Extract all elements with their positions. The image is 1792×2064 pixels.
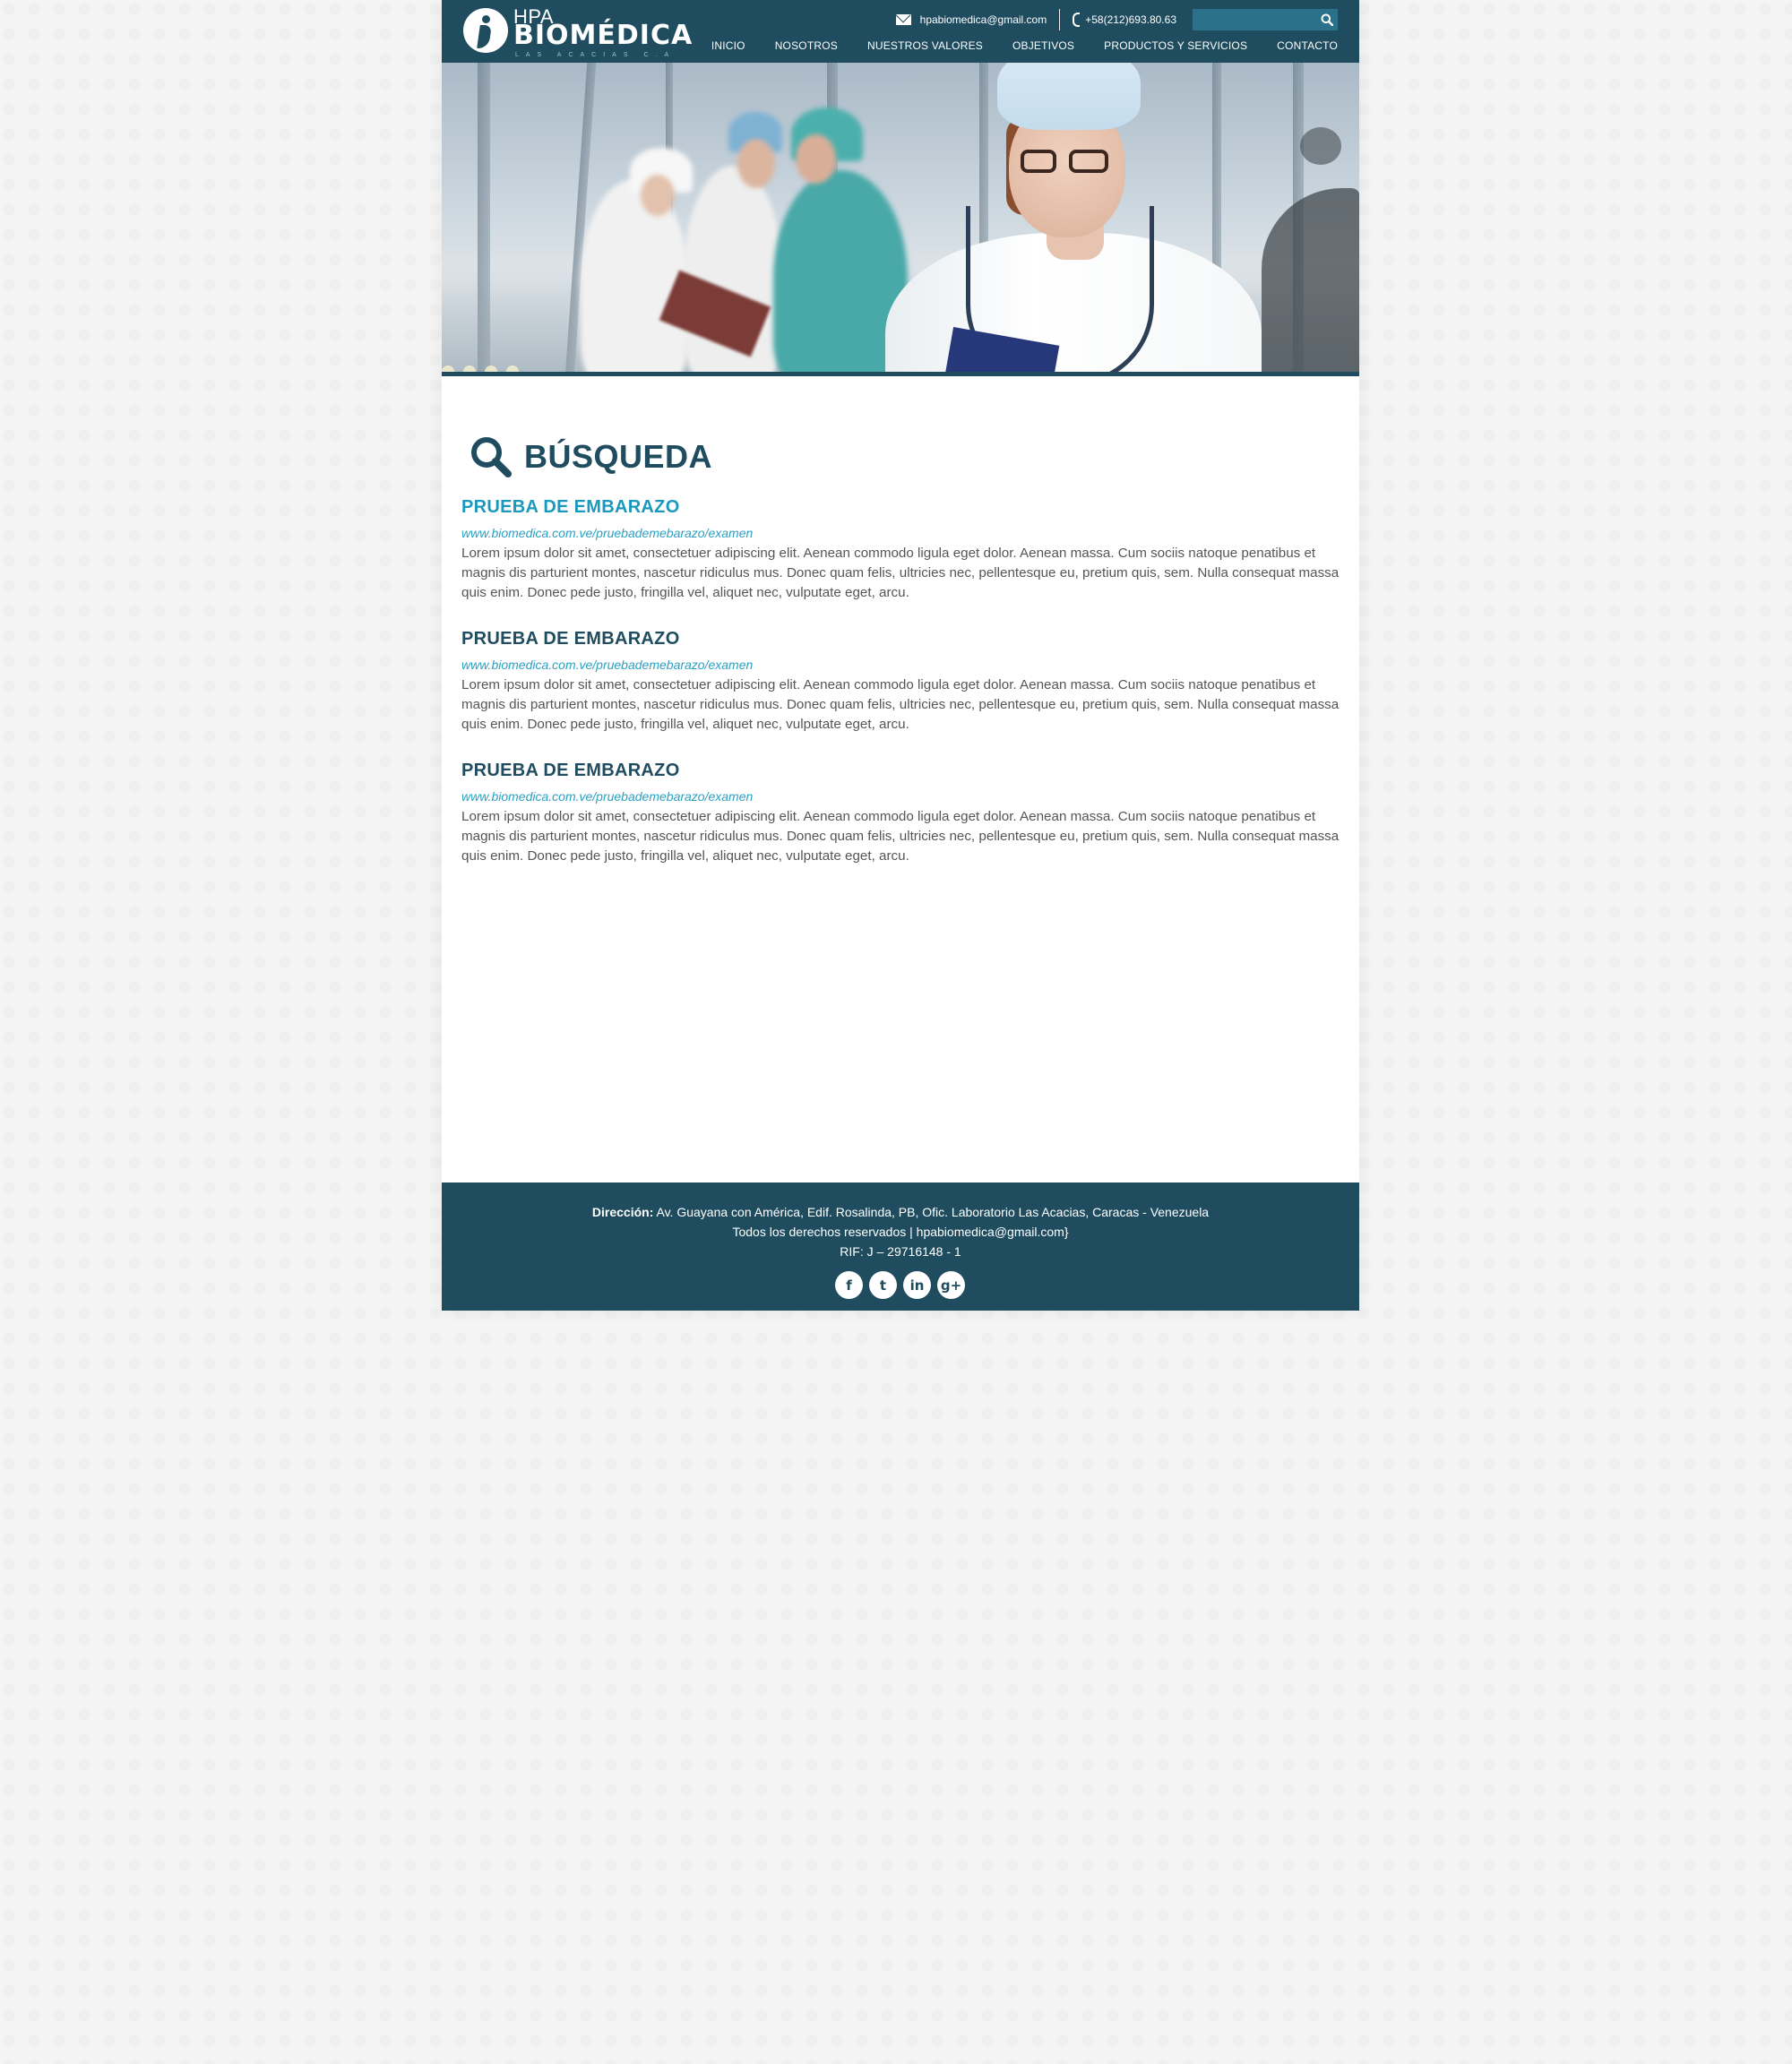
contact-bar: hpabiomedica@gmail.com +58(212)693.80.63 (895, 8, 1338, 31)
slider-dot[interactable] (463, 366, 476, 372)
footer-rif: RIF: J – 29716148 - 1 (840, 1244, 961, 1259)
linkedin-icon[interactable]: in (903, 1271, 931, 1299)
header-phone: +58(212)693.80.63 (1073, 13, 1176, 27)
result-description: Lorem ipsum dolor sit amet, consectetuer… (461, 546, 1340, 600)
search-result: PRUEBA DE EMBARAZO www.biomedica.com.ve/… (461, 761, 1340, 866)
brand-dot-graphic (1300, 127, 1341, 165)
result-title[interactable]: PRUEBA DE EMBARAZO (461, 629, 1340, 649)
result-title[interactable]: PRUEBA DE EMBARAZO (461, 497, 1340, 518)
nav-item-nuestros-valores[interactable]: NUESTROS VALORES (867, 39, 983, 52)
phone-icon (1073, 13, 1081, 27)
result-url[interactable]: www.biomedica.com.ve/pruebademebarazo/ex… (461, 658, 1340, 672)
brand-swoosh-graphic (1262, 188, 1359, 372)
nav-item-inicio[interactable]: INICIO (711, 39, 745, 52)
nav-item-contacto[interactable]: CONTACTO (1277, 39, 1338, 52)
logo[interactable]: HPA BIOMÉDICA LAS ACACIAS C.A (463, 5, 692, 58)
slider-dot[interactable] (485, 366, 497, 372)
result-title[interactable]: PRUEBA DE EMBARAZO (461, 761, 1340, 781)
logo-name: BIOMÉDICA (513, 20, 694, 51)
site-header: HPA BIOMÉDICA LAS ACACIAS C.A hpabiomedi… (442, 0, 1359, 63)
social-links: f t in g+ (835, 1271, 965, 1299)
result-description: Lorem ipsum dolor sit amet, consectetuer… (461, 809, 1340, 864)
logo-tagline: LAS ACACIAS C.A (515, 52, 676, 58)
slider-dot[interactable] (442, 366, 454, 372)
search-result: PRUEBA DE EMBARAZO www.biomedica.com.ve/… (461, 629, 1340, 735)
site-footer: Dirección: Av. Guayana con América, Edif… (442, 1182, 1359, 1311)
slider-pagination (442, 366, 519, 372)
header-search (1193, 9, 1338, 30)
footer-address-text: Av. Guayana con América, Edif. Rosalinda… (656, 1205, 1210, 1219)
header-email[interactable]: hpabiomedica@gmail.com (895, 13, 1047, 26)
nav-item-productos-y-servicios[interactable]: PRODUCTOS Y SERVICIOS (1104, 39, 1247, 52)
footer-address: Dirección: Av. Guayana con América, Edif… (442, 1205, 1359, 1219)
result-url[interactable]: www.biomedica.com.ve/pruebademebarazo/ex… (461, 789, 1340, 804)
search-button[interactable] (1316, 9, 1338, 30)
hero-banner (442, 63, 1359, 376)
page-title: BÚSQUEDA (469, 434, 712, 479)
footer-address-label: Dirección: (591, 1205, 654, 1219)
divider (1059, 9, 1061, 30)
header-phone-text: +58(212)693.80.63 (1085, 13, 1176, 26)
slider-dot[interactable] (506, 366, 519, 372)
result-description: Lorem ipsum dolor sit amet, consectetuer… (461, 677, 1340, 732)
magnifier-icon (471, 437, 512, 477)
search-icon (1321, 13, 1333, 26)
logo-mark-icon (463, 8, 508, 53)
mail-icon (895, 14, 911, 25)
result-url[interactable]: www.biomedica.com.ve/pruebademebarazo/ex… (461, 526, 1340, 540)
twitter-icon[interactable]: t (869, 1271, 897, 1299)
google-plus-icon[interactable]: g+ (937, 1271, 965, 1299)
nav-item-objetivos[interactable]: OBJETIVOS (1012, 39, 1074, 52)
main-nav: INICIO NOSOTROS NUESTROS VALORES OBJETIV… (682, 39, 1338, 52)
search-input[interactable] (1193, 9, 1316, 30)
search-result: PRUEBA DE EMBARAZO www.biomedica.com.ve/… (461, 497, 1340, 603)
facebook-icon[interactable]: f (835, 1271, 863, 1299)
header-email-text: hpabiomedica@gmail.com (919, 13, 1047, 26)
page-title-text: BÚSQUEDA (524, 438, 713, 475)
nav-item-nosotros[interactable]: NOSOTROS (775, 39, 838, 52)
page-container: HPA BIOMÉDICA LAS ACACIAS C.A hpabiomedi… (442, 0, 1359, 1311)
footer-rights: Todos los derechos reservados | hpabiome… (732, 1225, 1069, 1239)
